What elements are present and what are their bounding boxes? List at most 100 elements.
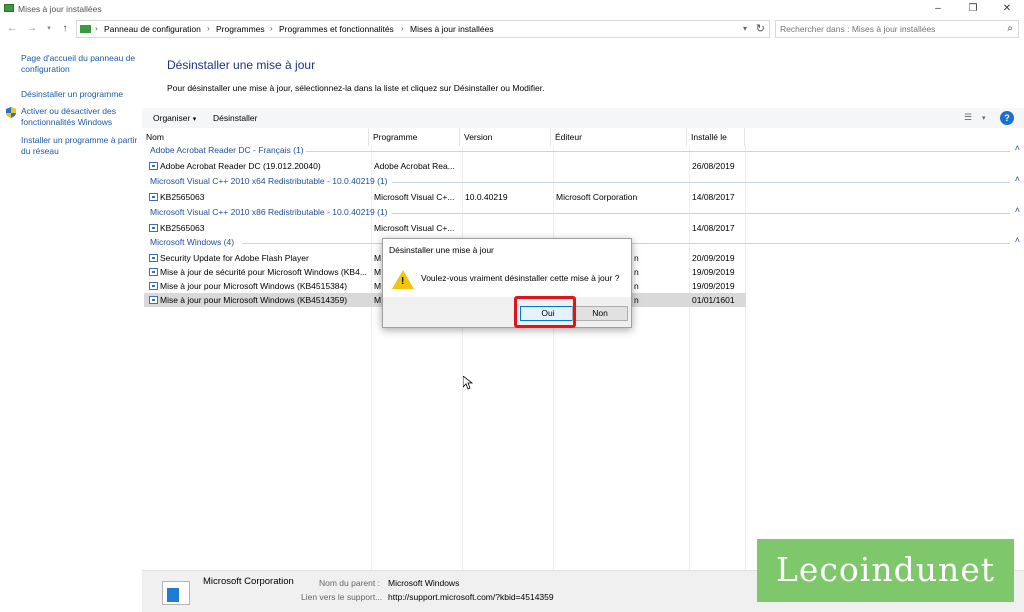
row-program: Adobe Acrobat Rea...: [374, 161, 455, 171]
details-publisher: Microsoft Corporation: [203, 576, 294, 587]
row-installed: 20/09/2019: [692, 253, 735, 263]
row-publisher: n: [634, 281, 639, 291]
chevron-down-icon: ▾: [192, 116, 197, 123]
page-title: Désinstaller une mise à jour: [167, 58, 316, 72]
group-label: Adobe Acrobat Reader DC - Français (1): [150, 145, 304, 155]
address-dropdown-icon[interactable]: ▾: [743, 24, 747, 33]
update-icon: [149, 224, 158, 232]
row-name: Mise à jour pour Microsoft Windows (KB45…: [160, 295, 348, 305]
control-panel-folder-icon: [80, 25, 91, 33]
group-divider: [392, 213, 1010, 214]
minimize-button[interactable]: –: [921, 0, 955, 18]
uninstall-button[interactable]: Désinstaller: [213, 113, 257, 123]
details-support-link[interactable]: http://support.microsoft.com/?kbid=45143…: [388, 592, 554, 602]
search-input[interactable]: [776, 21, 996, 37]
organize-button[interactable]: Organiser ▾: [153, 113, 196, 123]
breadcrumb-installed-updates[interactable]: Mises à jour installées: [410, 24, 494, 34]
breadcrumb-programs-features[interactable]: Programmes et fonctionnalités: [279, 24, 394, 34]
row-program: Microsoft Visual C+...: [374, 223, 455, 233]
collapse-chevron-icon[interactable]: ˄: [1015, 174, 1020, 184]
sidebar-item-windows-features[interactable]: Activer ou désactiver des fonctionnalité…: [21, 106, 141, 128]
row-installed: 01/01/1601: [692, 295, 735, 305]
breadcrumb-separator-icon[interactable]: ›: [207, 24, 210, 33]
collapse-chevron-icon[interactable]: ˄: [1015, 205, 1020, 215]
view-options-icon[interactable]: ☰: [964, 112, 972, 123]
details-support-label: Lien vers le support...: [301, 592, 383, 602]
row-name: Security Update for Adobe Flash Player: [160, 253, 309, 263]
table-row[interactable]: KB2565063 Microsoft Visual C+... 10.0.40…: [144, 190, 746, 204]
row-name: Adobe Acrobat Reader DC (19.012.20040): [160, 161, 321, 171]
dialog-footer: Oui Non: [383, 297, 631, 327]
group-label: Microsoft Visual C++ 2010 x64 Redistribu…: [150, 176, 388, 186]
row-name: Mise à jour de sécurité pour Microsoft W…: [160, 267, 367, 277]
row-publisher: n: [634, 267, 639, 277]
update-icon: [149, 282, 158, 290]
group-divider: [306, 151, 1010, 152]
restore-button[interactable]: ❐: [956, 0, 990, 18]
column-header-version[interactable]: Version: [460, 128, 551, 146]
refresh-icon[interactable]: ↻: [756, 22, 765, 35]
collapse-chevron-icon[interactable]: ˄: [1015, 235, 1020, 245]
table-row[interactable]: Adobe Acrobat Reader DC (19.012.20040) A…: [144, 159, 746, 173]
update-icon: [149, 296, 158, 304]
row-publisher: n: [634, 295, 639, 305]
highlight-box: [514, 296, 576, 328]
details-parent-label: Nom du parent :: [319, 578, 380, 588]
view-dropdown-icon[interactable]: ▾: [982, 114, 986, 122]
search-icon[interactable]: ⌕: [1007, 23, 1013, 34]
command-toolbar: Organiser ▾ Désinstaller ☰ ▾ ?: [142, 108, 1024, 128]
row-installed: 26/08/2019: [692, 161, 735, 171]
sidebar-item-install-from-network[interactable]: Installer un programme à partir du résea…: [21, 135, 141, 157]
row-program: Microsoft Visual C+...: [374, 192, 455, 202]
column-header-program[interactable]: Programme: [369, 128, 460, 146]
breadcrumb-separator-icon[interactable]: ›: [270, 24, 273, 33]
breadcrumb-control-panel[interactable]: Panneau de configuration: [104, 24, 201, 34]
help-button[interactable]: ?: [1000, 111, 1014, 125]
sidebar: Page d'accueil du panneau de configurati…: [0, 42, 142, 570]
sidebar-item-uninstall-program[interactable]: Désinstaller un programme: [21, 89, 141, 100]
recent-dropdown-icon[interactable]: ▾: [42, 22, 56, 36]
watermark-logo: Lecoindunet: [757, 539, 1014, 602]
group-divider: [392, 182, 1010, 183]
breadcrumb-separator-icon[interactable]: ›: [95, 24, 98, 33]
collapse-chevron-icon[interactable]: ˄: [1015, 143, 1020, 153]
row-name: Mise à jour pour Microsoft Windows (KB45…: [160, 281, 348, 291]
page-description: Pour désinstaller une mise à jour, sélec…: [167, 83, 545, 93]
confirm-uninstall-dialog: Désinstaller une mise à jour ! Voulez-vo…: [382, 238, 632, 328]
address-row: ← → ▾ ↑ › Panneau de configuration › Pro…: [0, 18, 1024, 42]
back-arrow-icon[interactable]: ←: [5, 22, 19, 36]
group-header-vcpp-x86[interactable]: Microsoft Visual C++ 2010 x86 Redistribu…: [146, 205, 1022, 220]
table-row[interactable]: KB2565063 Microsoft Visual C+... 14/08/2…: [144, 221, 746, 235]
breadcrumb-programs[interactable]: Programmes: [216, 24, 265, 34]
forward-arrow-icon[interactable]: →: [25, 22, 39, 36]
row-publisher: Microsoft Corporation: [556, 192, 638, 202]
update-icon: [149, 254, 158, 262]
update-icon: [149, 268, 158, 276]
up-arrow-icon[interactable]: ↑: [58, 22, 72, 36]
row-name: KB2565063: [160, 223, 205, 233]
close-button[interactable]: ✕: [990, 0, 1024, 18]
address-bar[interactable]: › Panneau de configuration › Programmes …: [76, 20, 770, 38]
row-name: KB2565063: [160, 192, 205, 202]
organize-label: Organiser: [153, 113, 191, 123]
group-header-adobe[interactable]: Adobe Acrobat Reader DC - Français (1) ˄: [146, 143, 1022, 158]
no-button[interactable]: Non: [572, 306, 628, 321]
mouse-cursor-icon: [463, 376, 473, 390]
details-parent-value: Microsoft Windows: [388, 578, 460, 588]
group-label: Microsoft Windows (4): [150, 237, 235, 247]
warning-exclamation-icon: !: [401, 276, 405, 287]
dialog-title: Désinstaller une mise à jour: [389, 245, 494, 255]
window-title: Mises à jour installées: [18, 4, 102, 14]
row-installed: 19/09/2019: [692, 267, 735, 277]
title-bar: Mises à jour installées – ❐ ✕: [0, 0, 1024, 18]
update-icon: [149, 162, 158, 170]
column-header-name[interactable]: Nom: [142, 128, 369, 146]
column-header-publisher[interactable]: Éditeur: [551, 128, 687, 146]
breadcrumb-separator-icon[interactable]: ›: [401, 24, 404, 33]
group-header-vcpp-x64[interactable]: Microsoft Visual C++ 2010 x64 Redistribu…: [146, 174, 1022, 189]
update-large-icon: [162, 581, 190, 605]
dialog-message: Voulez-vous vraiment désinstaller cette …: [421, 273, 620, 283]
search-box[interactable]: ⌕: [775, 20, 1019, 38]
column-header-installed[interactable]: Installé le: [687, 128, 745, 146]
sidebar-item-control-panel-home[interactable]: Page d'accueil du panneau de configurati…: [21, 53, 141, 75]
